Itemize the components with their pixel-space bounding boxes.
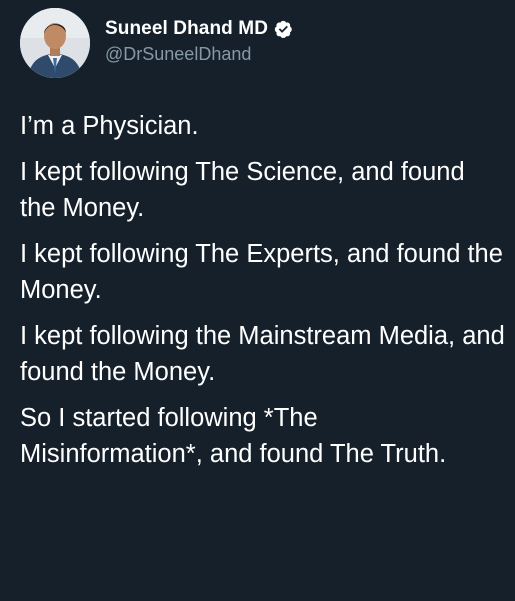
tweet-body: I’m a Physician. I kept following The Sc… xyxy=(20,108,505,482)
profile-photo-icon xyxy=(20,8,90,78)
tweet-paragraph: So I started following *The Misinformati… xyxy=(20,404,447,468)
tweet-paragraph: I’m a Physician. xyxy=(20,112,199,140)
tweet-paragraph: I kept following The Science, and found … xyxy=(20,158,465,222)
author-handle[interactable]: @DrSuneelDhand xyxy=(105,44,293,65)
author-display-name[interactable]: Suneel Dhand MD xyxy=(105,18,268,40)
tweet-header: Suneel Dhand MD @DrSuneelDhand xyxy=(20,8,293,78)
tweet-paragraph: I kept following the Mainstream Media, a… xyxy=(20,322,505,386)
verified-badge-icon xyxy=(273,19,293,39)
author-identity: Suneel Dhand MD @DrSuneelDhand xyxy=(105,16,293,65)
avatar[interactable] xyxy=(20,8,90,78)
name-row: Suneel Dhand MD xyxy=(105,16,293,42)
tweet-paragraph: I kept following The Experts, and found … xyxy=(20,240,503,304)
tweet-card: Suneel Dhand MD @DrSuneelDhand I’m a Phy… xyxy=(0,0,515,601)
